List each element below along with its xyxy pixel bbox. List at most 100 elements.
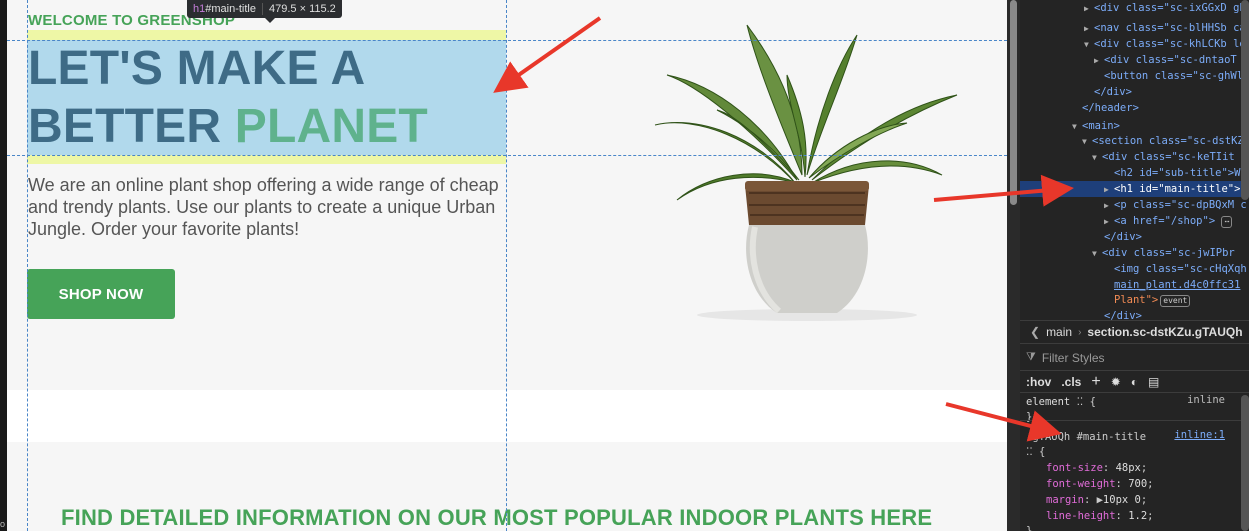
chevron-left-icon[interactable]: ❮ xyxy=(1030,325,1040,339)
plant-image xyxy=(654,24,958,321)
dom-node[interactable]: </header> xyxy=(1082,100,1249,116)
rule-source-link[interactable]: inline:1 xyxy=(1174,429,1225,441)
dom-tree: ▶ <div class="sc-ixGGxD gb ▶ <nav class="s… xyxy=(1020,0,1249,322)
dom-node-text: <section class="sc-dstKZ xyxy=(1092,135,1244,147)
dom-node[interactable]: ▼ <section class="sc-dstKZ xyxy=(1082,133,1249,149)
dom-node[interactable]: ▶ <div class="sc-ixGGxD gb xyxy=(1084,0,1249,16)
page-viewport: WELCOME TO GREENSHOP LET'S MAKE A BETTER… xyxy=(7,0,1007,531)
filter-icon: ⧩ xyxy=(1026,351,1036,363)
highlight-margin-top xyxy=(27,30,506,40)
dom-node-text: <main> xyxy=(1082,120,1120,132)
dom-node[interactable]: <button class="sc-ghWl xyxy=(1104,68,1249,84)
flex-icon: ⁚⁚ xyxy=(1026,446,1033,458)
css-prop-name: margin xyxy=(1046,494,1084,506)
dom-node[interactable]: main_plant.d4c0ffc31 xyxy=(1114,277,1249,293)
dom-node[interactable]: ▼ <div class="sc-jwIPbr xyxy=(1092,245,1249,261)
dom-node-selected[interactable]: ▶ <h1 id="main-title"> xyxy=(1020,181,1249,197)
dom-node-text: <h2 id="sub-title">Wh xyxy=(1114,167,1247,179)
hero-description: We are an online plant shop offering a w… xyxy=(28,175,499,239)
inspector-tooltip: h1 #main-title 479.5 × 115.2 xyxy=(187,0,342,23)
page-scrollbar-thumb[interactable] xyxy=(1010,0,1017,205)
event-badge[interactable]: event xyxy=(1160,295,1191,307)
breadcrumb-item-section[interactable]: section.sc-dstKZu.gTAUQh xyxy=(1087,325,1242,339)
inline-label: inline xyxy=(1187,394,1225,406)
css-prop-value: 700 xyxy=(1128,478,1148,490)
dom-node[interactable]: Plant"> event xyxy=(1114,292,1249,308)
filter-styles-field[interactable]: ⧩ Filter Styles xyxy=(1020,345,1249,371)
guide-line xyxy=(506,0,507,531)
dom-node[interactable]: <h2 id="sub-title">Wh xyxy=(1114,165,1249,181)
guide-line xyxy=(7,40,1007,41)
shop-now-button[interactable]: SHOP NOW xyxy=(27,269,175,319)
breadcrumb: ❮ main › section.sc-dstKZu.gTAUQh xyxy=(1020,320,1249,344)
dom-node-text: <p class="sc-dpBQxM c xyxy=(1114,199,1247,211)
dom-node-text: <div class="sc-jwIPbr xyxy=(1102,247,1235,259)
dom-node-text: <a href="/shop"> xyxy=(1114,215,1216,227)
element-rule: element ⁚⁚ { xyxy=(1026,394,1096,410)
guide-line xyxy=(7,155,1007,156)
css-property[interactable]: font-size: 48px; xyxy=(1046,460,1147,476)
dom-node[interactable]: <img class="sc-cHqXqh xyxy=(1114,261,1249,277)
css-property[interactable]: margin: ▶10px 0; xyxy=(1046,492,1147,508)
sun-icon[interactable]: ✹ xyxy=(1111,375,1121,389)
window-edge-char: o xyxy=(0,519,6,529)
dom-node[interactable]: </div> xyxy=(1104,229,1249,245)
popular-plants-title: FIND DETAILED INFORMATION ON OUR MOST PO… xyxy=(61,505,933,530)
css-prop-name: line-height xyxy=(1046,510,1116,522)
css-property[interactable]: font-weight: 700; xyxy=(1046,476,1154,492)
page-scrollbar[interactable] xyxy=(1007,0,1020,531)
dom-node[interactable]: </div> xyxy=(1094,84,1249,100)
dom-node-text: Plant"> xyxy=(1114,294,1159,306)
rule-close: } xyxy=(1026,525,1033,531)
element-selector: element xyxy=(1026,396,1071,408)
hov-toggle[interactable]: :hov xyxy=(1026,375,1051,389)
dom-node-text: <h1 id="main-title"> xyxy=(1114,183,1241,195)
tooltip-notch xyxy=(265,18,275,23)
main-title: LET'S MAKE A BETTER PLANET xyxy=(28,40,507,155)
css-prop-name: font-weight xyxy=(1046,478,1116,490)
guide-line xyxy=(27,0,28,531)
dom-node[interactable]: ▼ <main> xyxy=(1072,118,1249,134)
dom-node-text: <img class="sc-cHqXqh xyxy=(1114,263,1247,275)
rule-selector: .gTAUQh #main-title xyxy=(1026,431,1147,443)
dom-node[interactable]: ▼ <div class="sc-keTIit xyxy=(1092,149,1249,165)
dom-node[interactable]: ▶ <a href="/shop"> ⋯ xyxy=(1104,213,1249,229)
cls-toggle[interactable]: .cls xyxy=(1061,375,1081,389)
css-prop-value: 10px 0 xyxy=(1102,494,1141,506)
rule-open-brace: { xyxy=(1039,446,1046,458)
dom-node-text: </div> xyxy=(1094,86,1132,98)
dom-node-text: <div class="sc-keTIit xyxy=(1102,151,1235,163)
css-prop-value: 48px xyxy=(1115,462,1141,474)
element-brace: { xyxy=(1089,396,1096,408)
devtools-panel: ▶ <div class="sc-ixGGxD gb ▶ <nav class="s… xyxy=(1020,0,1249,531)
styles-pane: element ⁚⁚ { inline } .gTAUQh #main-titl… xyxy=(1020,393,1249,531)
dom-node-text: <div class="sc-ixGGxD gb xyxy=(1094,2,1246,14)
document-icon[interactable]: ▤ xyxy=(1148,375,1159,389)
styles-scrollbar[interactable] xyxy=(1241,395,1249,531)
dom-node-text: <div class="sc-dntaoT xyxy=(1104,54,1237,66)
tooltip-size: 479.5 × 115.2 xyxy=(262,3,342,15)
collapsed-dots-icon[interactable]: ⋯ xyxy=(1221,216,1233,228)
dom-node[interactable]: ▼ <div class="sc-khLCKb le xyxy=(1084,36,1249,52)
plus-icon[interactable]: + xyxy=(1091,373,1100,391)
css-prop-name: font-size xyxy=(1046,462,1103,474)
dom-node[interactable]: ▶ <p class="sc-dpBQxM c xyxy=(1104,197,1249,213)
contrast-icon[interactable]: ◐ xyxy=(1131,375,1138,389)
tooltip-id: #main-title xyxy=(205,3,256,15)
dom-scrollbar[interactable] xyxy=(1241,0,1249,200)
breadcrumb-item-main[interactable]: main xyxy=(1046,325,1072,339)
rule-open: ⁚⁚ { xyxy=(1026,444,1045,460)
dom-node[interactable]: ▶ <div class="sc-dntaoT xyxy=(1094,52,1249,68)
css-prop-value: 1.2 xyxy=(1128,510,1148,522)
dom-node-text: </header> xyxy=(1082,102,1139,114)
css-property[interactable]: line-height: 1.2; xyxy=(1046,508,1154,524)
dom-node-text: <nav class="sc-blHHSb ca xyxy=(1094,22,1246,34)
dom-node[interactable]: ▶ <nav class="sc-blHHSb ca xyxy=(1084,20,1249,36)
dom-node-link[interactable]: main_plant.d4c0ffc31 xyxy=(1114,279,1240,291)
styles-toolbar: :hov .cls + ✹ ◐ ▤ xyxy=(1020,371,1249,393)
main-title-line1: LET'S MAKE A xyxy=(28,42,366,95)
filter-placeholder: Filter Styles xyxy=(1041,350,1105,365)
section-divider xyxy=(7,390,1007,442)
window-edge: o xyxy=(0,0,7,531)
dom-node-text: </div> xyxy=(1104,231,1142,243)
